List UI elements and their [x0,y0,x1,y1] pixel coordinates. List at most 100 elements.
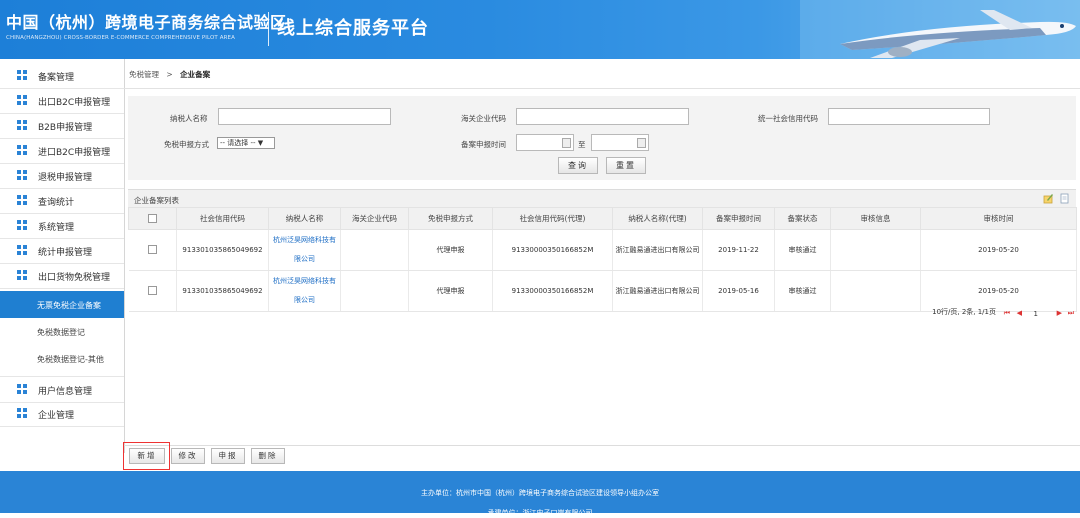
prev-page-icon[interactable]: ◀ [1017,309,1022,317]
row-checkbox[interactable] [147,245,157,254]
sidebar-subitem-exempt-data[interactable]: 免税数据登记 [0,318,124,345]
edit-button[interactable]: 修改 [171,448,205,464]
sidebar-subitem-label: 免税数据登记 [37,328,85,337]
agent-credit-code-cell: 91330000350166852M [492,229,613,271]
first-page-icon[interactable]: ⏮ [1004,309,1010,318]
taxpayer-name-link[interactable]: 杭州泛昊网络科技有限公司 [268,270,341,312]
edit-export-icon[interactable] [1043,193,1054,204]
column-header[interactable]: 社会信用代码(代理) [492,207,613,230]
sidebar-subitem-label: 无票免税企业备案 [37,301,101,310]
table-header-row: 社会信用代码 纳税人名称 海关企业代码 免税申报方式 社会信用代码(代理) 纳税… [128,207,1077,230]
grid-icon [17,270,28,281]
query-button[interactable]: 查询 [558,157,598,174]
sidebar-item-export-b2c[interactable]: 出口B2C申报管理 [0,88,124,114]
sidebar-subitem-exempt-filing[interactable]: 无票免税企业备案 [0,291,124,318]
table-row[interactable]: 913301035865049692 杭州泛昊网络科技有限公司 代理申报 913… [128,229,1077,271]
column-header[interactable]: 审核时间 [920,207,1077,230]
column-header[interactable]: 纳税人名称 [268,207,341,230]
breadcrumb: 免税管理 > 企业备案 [129,69,210,80]
sidebar-item-tax-refund[interactable]: 退税申报管理 [0,163,124,189]
taxpayer-name-link[interactable]: 杭州泛昊网络科技有限公司 [268,229,341,271]
agent-name-cell: 浙江融易通进出口有限公司 [612,229,703,271]
footer-organizer: 主办单位：杭州市中国（杭州）跨境电子商务综合试验区建设领导小组办公室 [421,489,659,497]
current-page-number[interactable]: 1 [1034,310,1038,318]
reset-button[interactable]: 重置 [606,157,646,174]
sidebar-item-import-b2c[interactable]: 进口B2C申报管理 [0,138,124,164]
sidebar: 备案管理 出口B2C申报管理 B2B申报管理 进口B2C申报管理 退税申报管理 … [0,59,125,453]
calendar-icon[interactable] [562,138,571,148]
sidebar-item-label: 退税申报管理 [38,173,93,183]
grid-icon [17,220,28,231]
sidebar-item-label: 出口货物免税管理 [38,273,111,283]
last-page-icon[interactable]: ⏭ [1068,309,1074,318]
sidebar-item-stat-declare[interactable]: 统计申报管理 [0,238,124,264]
declare-button[interactable]: 申报 [211,448,245,464]
column-header[interactable]: 备案申报时间 [702,207,775,230]
platform-title: 线上综合服务平台 [277,18,429,39]
column-header[interactable]: 备案状态 [774,207,831,230]
sidebar-item-enterprise[interactable]: 企业管理 [0,401,124,427]
row-select-cell [128,229,177,271]
agent-name-cell: 浙江融易通进出口有限公司 [612,270,703,312]
document-icon[interactable] [1059,193,1070,204]
filing-time-label: 备案申报时间 [461,140,506,149]
airplane-illustration [800,0,1080,59]
site-title: 中国（杭州）跨境电子商务综合试验区 [6,13,287,32]
row-checkbox[interactable] [147,286,157,295]
credit-code-input[interactable] [828,108,990,125]
sidebar-item-label: 统计申报管理 [38,248,93,258]
footer: 主办单位：杭州市中国（杭州）跨境电子商务综合试验区建设领导小组办公室 承建单位：… [0,471,1080,517]
select-all-checkbox[interactable] [148,214,157,224]
exempt-mode-select[interactable]: -- 请选择 -- ▼ [217,137,275,149]
filing-time-start-input[interactable] [516,134,574,151]
sidebar-item-label: 备案管理 [38,73,75,83]
sidebar-subitem-exempt-data-other[interactable]: 免税数据登记-其他 [0,345,124,372]
grid-icon [17,195,28,206]
taxpayer-name-label: 纳税人名称 [170,114,208,123]
next-page-icon[interactable]: ▶ [1057,309,1062,317]
sidebar-item-query-stats[interactable]: 查询统计 [0,188,124,214]
pagination: 10行/页, 2条, 1/1页 ⏮ ◀ 1 ▶ ⏭ [128,307,1076,319]
credit-code-cell: 913301035865049692 [176,270,269,312]
row-select-cell [128,270,177,312]
site-subtitle: CHINA(HANGZHOU) CROSS-BORDER E-COMMERCE … [6,35,235,41]
grid-icon [17,95,28,106]
add-button[interactable]: 新增 [129,448,165,464]
table-row[interactable]: 913301035865049692 杭州泛昊网络科技有限公司 代理申报 913… [128,270,1077,312]
column-header[interactable]: 纳税人名称(代理) [612,207,703,230]
customs-code-label: 海关企业代码 [461,114,506,123]
filing-list: 企业备案列表 社会信用代码 纳税人名称 海关企业代码 免税申报方式 社会信用代码… [128,189,1077,312]
sidebar-item-label: 进口B2C申报管理 [38,148,111,158]
sidebar-item-user-info[interactable]: 用户信息管理 [0,376,124,403]
filing-time-cell: 2019-11-22 [702,229,775,271]
sidebar-item-system[interactable]: 系统管理 [0,213,124,239]
filing-time-cell: 2019-05-16 [702,270,775,312]
sidebar-item-label: 用户信息管理 [38,387,93,397]
grid-icon [17,245,28,256]
grid-icon [17,145,28,156]
list-title: 企业备案列表 [134,196,179,205]
column-header[interactable]: 审核信息 [830,207,921,230]
column-header[interactable]: 海关企业代码 [340,207,409,230]
grid-icon [17,384,28,395]
taxpayer-name-input[interactable] [218,108,391,125]
grid-icon [17,170,28,181]
sidebar-item-label: 查询统计 [38,198,75,208]
filing-status-cell: 审核通过 [774,270,831,312]
filing-time-end-input[interactable] [591,134,649,151]
grid-icon [17,408,28,419]
customs-code-input[interactable] [516,108,689,125]
sidebar-item-goods-exempt[interactable]: 出口货物免税管理 [0,263,124,289]
column-header[interactable]: 免税申报方式 [408,207,493,230]
calendar-icon[interactable] [637,138,646,148]
footer-builder: 承建单位：浙江电子口岸有限公司 [487,509,593,517]
delete-button[interactable]: 删除 [251,448,285,464]
breadcrumb-parent[interactable]: 免税管理 [129,70,159,79]
audit-time-cell: 2019-05-20 [920,270,1077,312]
column-header[interactable]: 社会信用代码 [176,207,269,230]
breadcrumb-current: 企业备案 [180,70,211,79]
sidebar-item-b2b[interactable]: B2B申报管理 [0,113,124,139]
audit-time-cell: 2019-05-20 [920,229,1077,271]
sidebar-item-filing[interactable]: 备案管理 [0,63,124,89]
exempt-mode-cell: 代理申报 [408,270,493,312]
